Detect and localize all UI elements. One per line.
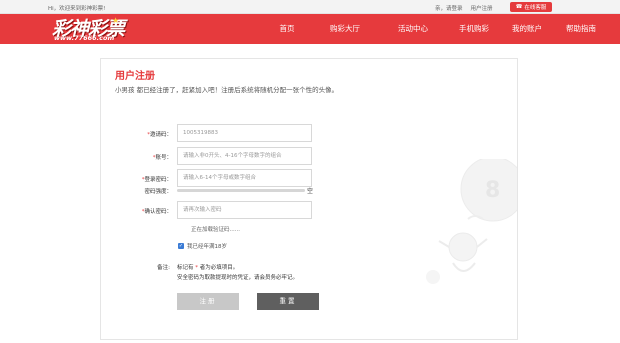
online-service-label: 在线客服 (524, 5, 547, 11)
reset-button[interactable]: 重置 (257, 293, 319, 310)
nav-lottery-hall[interactable]: 购彩大厅 (310, 14, 380, 44)
main-nav: 首页 购彩大厅 活动中心 手机购彩 我的账户 帮助指南 (264, 14, 610, 44)
nav-my-account[interactable]: 我的账户 (502, 14, 552, 44)
headset-icon: ☎ (515, 4, 523, 10)
age-checkbox[interactable]: ✓ (178, 243, 184, 249)
logo-url: www.77666.com (54, 34, 115, 42)
main-header: 彩神彩票 ★ www.77666.com 首页 购彩大厅 活动中心 手机购彩 我… (0, 14, 620, 44)
confirm-password-label: *确认密码： (141, 209, 172, 215)
age-agreement[interactable]: ✓ 我已经年满18岁 (178, 242, 227, 250)
account-input[interactable] (177, 147, 312, 165)
password-strength-value: 空 (307, 188, 314, 195)
invite-code-row: *邀请码： (101, 124, 517, 142)
register-link[interactable]: 用户注册 (471, 4, 493, 12)
security-note: 安全密码为取款提现时的凭证，请会员务必牢记。 (177, 275, 299, 281)
password-strength-label: 密码强度： (144, 189, 172, 195)
welcome-text: Hi，欢迎来到彩神彩票! (48, 6, 106, 12)
account-row: *账号： (101, 147, 517, 165)
site-logo[interactable]: 彩神彩票 ★ www.77666.com (52, 16, 162, 42)
star-icon: ★ (112, 16, 120, 25)
nav-mobile-lottery[interactable]: 手机购彩 (446, 14, 502, 44)
notes-text: 标记有 * 者为必填项目。 安全密码为取款提现时的凭证，请会员务必牢记。 (177, 265, 299, 281)
confirm-password-row: *确认密码： (101, 201, 517, 219)
register-button[interactable]: 注册 (177, 293, 239, 310)
captcha-row: 正在加载验证码...... (101, 222, 517, 240)
page-title: 用户注册 (115, 71, 155, 82)
account-label: *账号： (152, 155, 172, 161)
password-input[interactable] (177, 169, 312, 187)
age-agreement-label: 我已经年满18岁 (187, 244, 227, 250)
nav-help-guide[interactable]: 帮助指南 (552, 14, 610, 44)
password-label: *登录密码： (141, 177, 172, 183)
login-link[interactable]: 亲，请登录 (435, 4, 463, 12)
top-links: 亲，请登录 用户注册 (435, 4, 493, 12)
notes-label: 备注: (157, 265, 170, 271)
online-service-button[interactable]: ☎ 在线客服 (510, 2, 552, 12)
password-row: *登录密码： (101, 169, 517, 187)
invite-code-input[interactable] (177, 124, 312, 142)
nav-activity-center[interactable]: 活动中心 (380, 14, 446, 44)
invite-code-label: *邀请码： (147, 132, 172, 138)
password-strength-bar (177, 189, 305, 192)
confirm-password-input[interactable] (177, 201, 312, 219)
captcha-loading-text[interactable]: 正在加载验证码...... (191, 225, 240, 233)
intro-text: 小男孩 都已经注册了，赶紧加入吧！注册后系统将随机分配一张个性的头像。 (115, 86, 339, 94)
register-panel: 用户注册 小男孩 都已经注册了，赶紧加入吧！注册后系统将随机分配一张个性的头像。… (100, 58, 518, 340)
nav-home[interactable]: 首页 (264, 14, 310, 44)
top-bar: Hi，欢迎来到彩神彩票! 亲，请登录 用户注册 ☎ 在线客服 (0, 0, 620, 14)
